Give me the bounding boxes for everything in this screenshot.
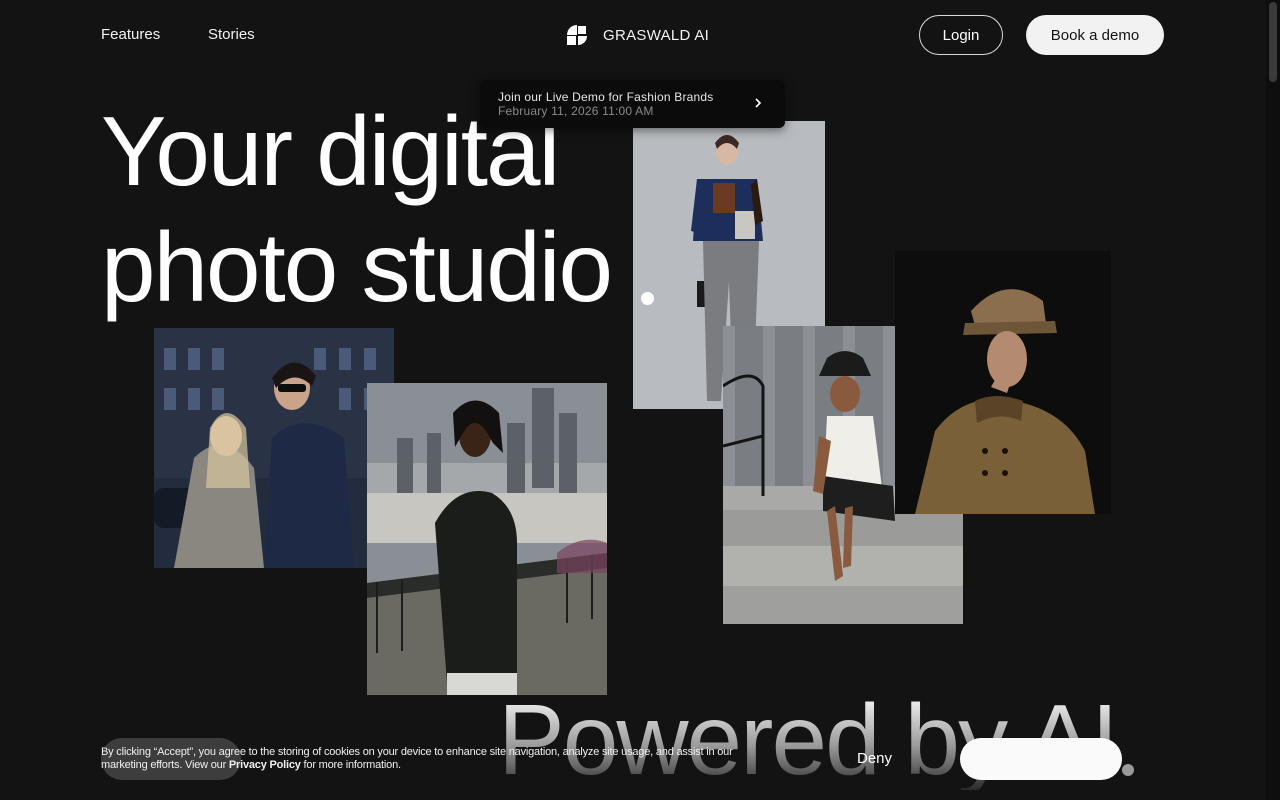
scrollbar-thumb[interactable] [1269,2,1277,82]
graswald-logo-icon [567,25,587,45]
photo-woman-hat [895,251,1111,514]
live-demo-banner[interactable]: Join our Live Demo for Fashion Brands Fe… [480,80,785,128]
cookie-text-prefix: By clicking “Accept”, you agree to the s… [101,746,733,771]
privacy-policy-link[interactable]: Privacy Policy [229,759,301,771]
hero-title-line-2: photo studio [101,212,613,322]
nav-stories-link[interactable]: Stories [208,26,255,43]
page-scrollbar[interactable] [1266,0,1280,800]
book-demo-button[interactable]: Book a demo [1026,15,1164,55]
photo-couple-street [154,328,394,568]
chevron-right-icon [755,98,762,108]
banner-date: February 11, 2026 11:00 AM [498,104,654,118]
powered-period-dot [1122,764,1134,776]
login-button[interactable]: Login [919,15,1003,55]
cookie-deny-button[interactable]: Deny [857,750,892,767]
brand-logo-link[interactable]: GRASWALD AI [567,25,709,45]
nav-features-link[interactable]: Features [101,26,160,43]
banner-title: Join our Live Demo for Fashion Brands [498,90,714,104]
brand-name: GRASWALD AI [603,26,710,44]
cookie-notice: By clicking “Accept”, you agree to the s… [101,746,781,772]
hero-period-dot [641,292,654,305]
photo-man-railing [367,383,607,695]
cookie-accept-button[interactable] [960,738,1122,780]
cookie-text-suffix: for more information. [300,759,401,771]
